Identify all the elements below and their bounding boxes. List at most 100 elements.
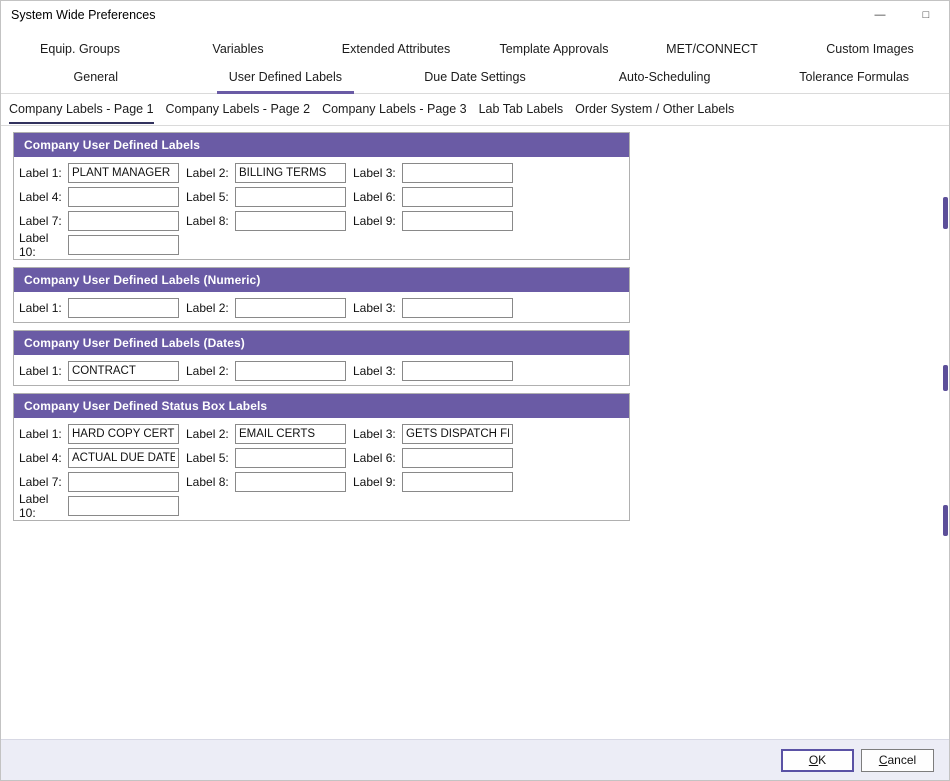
tab-auto-scheduling[interactable]: Auto-Scheduling (570, 64, 760, 93)
field-input[interactable] (68, 298, 179, 318)
field-label: Label 7: (19, 214, 68, 228)
tab-tolerance-formulas[interactable]: Tolerance Formulas (759, 64, 949, 93)
field-company-user-defined-labels-8: Label 8: (186, 210, 346, 231)
tab-extended-attributes[interactable]: Extended Attributes (317, 37, 475, 64)
field-input[interactable] (68, 211, 179, 231)
field-input[interactable] (402, 211, 513, 231)
tab-label: Custom Images (814, 36, 926, 66)
group-body: Label 1: Label 2: Label 3: (14, 292, 629, 322)
field-input[interactable] (68, 448, 179, 468)
field-company-user-defined-status-box-labels-3: Label 3: (353, 423, 513, 444)
tab-label: MET/CONNECT (654, 36, 770, 66)
scroll-indicator (943, 505, 948, 536)
subtab-company-labels-page-3[interactable]: Company Labels - Page 3 (322, 95, 467, 124)
scroll-indicator (943, 365, 948, 391)
field-input[interactable] (68, 235, 179, 255)
group-body: Label 1: Label 2: Label 3: Label 4: Label 5:… (14, 157, 629, 259)
field-label: Label 1: (19, 427, 68, 441)
field-input[interactable] (402, 361, 513, 381)
field-input[interactable] (68, 163, 179, 183)
field-input[interactable] (68, 187, 179, 207)
field-input[interactable] (402, 448, 513, 468)
field-label: Label 6: (353, 190, 402, 204)
subtab-order-system-other-labels[interactable]: Order System / Other Labels (575, 95, 734, 124)
field-input[interactable] (235, 472, 346, 492)
tab-general[interactable]: General (1, 64, 191, 93)
field-company-user-defined-status-box-labels-6: Label 6: (353, 447, 513, 468)
tab-due-date-settings[interactable]: Due Date Settings (380, 64, 570, 93)
ok-button[interactable]: OK (781, 749, 854, 772)
tab-label: Due Date Settings (412, 64, 537, 94)
field-input[interactable] (402, 424, 513, 444)
field-input[interactable] (235, 187, 346, 207)
titlebar: System Wide Preferences — □ (1, 1, 949, 29)
field-company-user-defined-labels-dates-3: Label 3: (353, 360, 513, 381)
field-company-user-defined-status-box-labels-9: Label 9: (353, 471, 513, 492)
tab-label: Extended Attributes (330, 36, 462, 66)
field-input[interactable] (68, 472, 179, 492)
field-label: Label 5: (186, 190, 235, 204)
field-company-user-defined-labels-5: Label 5: (186, 186, 346, 207)
field-input[interactable] (68, 496, 179, 516)
field-label: Label 1: (19, 364, 68, 378)
field-label: Label 2: (186, 166, 235, 180)
tab-variables[interactable]: Variables (159, 37, 317, 64)
field-label: Label 8: (186, 475, 235, 489)
field-label: Label 3: (353, 166, 402, 180)
field-company-user-defined-labels-dates-1: Label 1: (19, 360, 179, 381)
field-input[interactable] (235, 448, 346, 468)
tab-custom-images[interactable]: Custom Images (791, 37, 949, 64)
field-label: Label 7: (19, 475, 68, 489)
content-area: Company User Defined LabelsLabel 1:Label… (1, 126, 949, 521)
tab-met-connect[interactable]: MET/CONNECT (633, 37, 791, 64)
field-input[interactable] (235, 424, 346, 444)
field-label: Label 1: (19, 301, 68, 315)
field-company-user-defined-labels-1: Label 1: (19, 162, 179, 183)
field-label: Label 3: (353, 364, 402, 378)
field-input[interactable] (235, 298, 346, 318)
field-company-user-defined-labels-4: Label 4: (19, 186, 179, 207)
field-input[interactable] (402, 187, 513, 207)
field-company-user-defined-labels-6: Label 6: (353, 186, 513, 207)
field-label: Label 10: (19, 231, 68, 259)
field-label: Label 9: (353, 475, 402, 489)
group-title: Company User Defined Labels (14, 133, 629, 157)
ok-button-label: OK (809, 753, 826, 767)
field-input[interactable] (235, 163, 346, 183)
field-company-user-defined-labels-numeric-1: Label 1: (19, 297, 179, 318)
field-company-user-defined-labels-9: Label 9: (353, 210, 513, 231)
scroll-indicator (943, 197, 948, 229)
group-title: Company User Defined Labels (Dates) (14, 331, 629, 355)
field-label: Label 2: (186, 301, 235, 315)
field-label: Label 6: (353, 451, 402, 465)
tab-label: Variables (200, 36, 275, 66)
group-title: Company User Defined Status Box Labels (14, 394, 629, 418)
subtab-company-labels-page-2[interactable]: Company Labels - Page 2 (166, 95, 311, 124)
tab-label: User Defined Labels (217, 64, 354, 94)
subtab-lab-tab-labels[interactable]: Lab Tab Labels (479, 95, 564, 124)
field-input[interactable] (402, 472, 513, 492)
tab-equip-groups[interactable]: Equip. Groups (1, 37, 159, 64)
field-company-user-defined-status-box-labels-7: Label 7: (19, 471, 179, 492)
cancel-button[interactable]: Cancel (861, 749, 934, 772)
field-input[interactable] (235, 211, 346, 231)
field-company-user-defined-labels-numeric-2: Label 2: (186, 297, 346, 318)
field-input[interactable] (235, 361, 346, 381)
subtab-company-labels-page-1[interactable]: Company Labels - Page 1 (9, 95, 154, 124)
tab-row-2: General User Defined Labels Due Date Setti… (1, 64, 949, 94)
field-input[interactable] (68, 424, 179, 444)
field-input[interactable] (402, 163, 513, 183)
field-label: Label 2: (186, 427, 235, 441)
tab-user-defined-labels[interactable]: User Defined Labels (191, 64, 381, 93)
field-input[interactable] (402, 298, 513, 318)
minimize-icon[interactable]: — (857, 1, 903, 29)
field-input[interactable] (68, 361, 179, 381)
field-company-user-defined-status-box-labels-4: Label 4: (19, 447, 179, 468)
field-label: Label 3: (353, 301, 402, 315)
group-body: Label 1:Label 2:Label 3:Label 4:Label 5:… (14, 418, 629, 520)
field-label: Label 8: (186, 214, 235, 228)
field-label: Label 4: (19, 190, 68, 204)
tab-template-approvals[interactable]: Template Approvals (475, 37, 633, 64)
maximize-icon[interactable]: □ (903, 1, 949, 29)
field-company-user-defined-labels-2: Label 2: (186, 162, 346, 183)
